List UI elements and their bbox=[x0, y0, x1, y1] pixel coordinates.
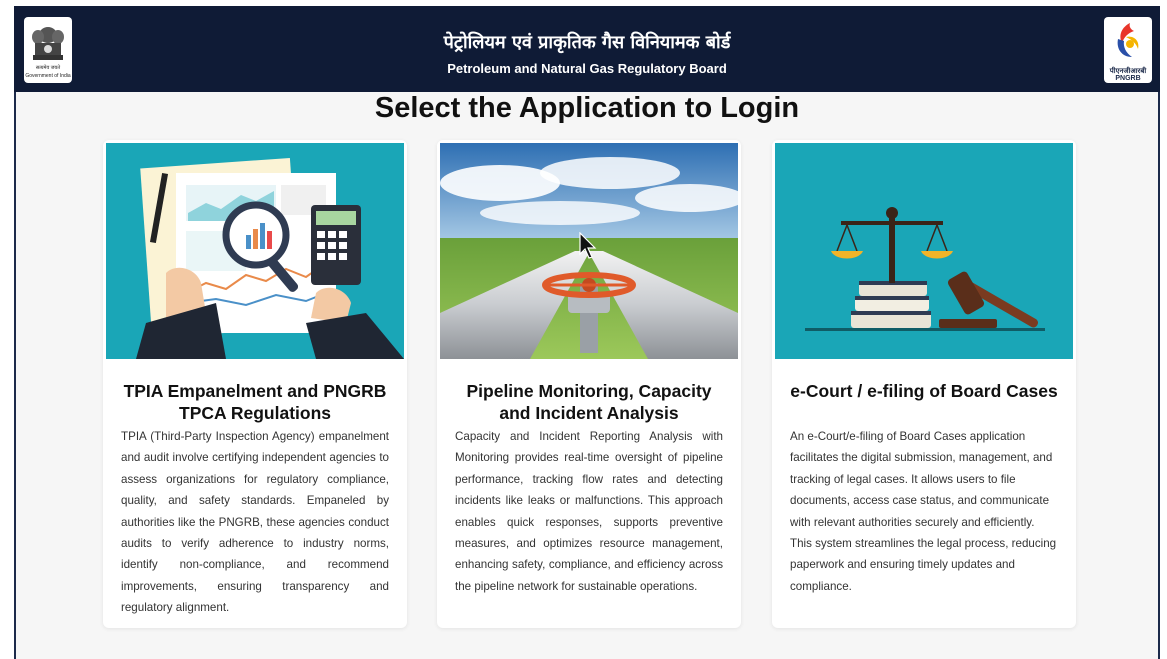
justice-illustration-image[interactable] bbox=[775, 143, 1073, 359]
pngrb-logo: पीएनजीआरबी PNGRB bbox=[1104, 17, 1152, 83]
card-ecourt[interactable]: e-Court / e-filing of Board Cases An e-C… bbox=[772, 140, 1076, 628]
card-title-pipeline[interactable]: Pipeline Monitoring, Capacity and Incide… bbox=[449, 380, 729, 424]
card-title-tpia[interactable]: TPIA Empanelment and PNGRB TPCA Regulati… bbox=[115, 380, 395, 424]
card-tpia[interactable]: TPIA Empanelment and PNGRB TPCA Regulati… bbox=[103, 140, 407, 628]
logo-english-text: PNGRB bbox=[1115, 75, 1141, 82]
english-title: Petroleum and Natural Gas Regulatory Boa… bbox=[447, 61, 727, 76]
hindi-title: पेट्रोलियम एवं प्राकृतिक गैस विनियामक बो… bbox=[443, 32, 731, 53]
audit-illustration-image[interactable] bbox=[106, 143, 404, 359]
card-description-ecourt: An e-Court/e-filing of Board Cases appli… bbox=[790, 430, 1057, 593]
pipeline-image[interactable] bbox=[440, 143, 738, 359]
card-pipeline[interactable]: Pipeline Monitoring, Capacity and Incide… bbox=[437, 140, 741, 628]
site-header: सत्यमेव जयते Government of India पेट्रोल… bbox=[14, 6, 1160, 92]
card-description-tpia: TPIA (Third-Party Inspection Agency) emp… bbox=[121, 430, 389, 615]
page-title: Select the Application to Login bbox=[374, 92, 800, 124]
card-title-ecourt[interactable]: e-Court / e-filing of Board Cases bbox=[784, 380, 1064, 402]
card-description-pipeline: Capacity and Incident Reporting Analysis… bbox=[455, 430, 723, 593]
